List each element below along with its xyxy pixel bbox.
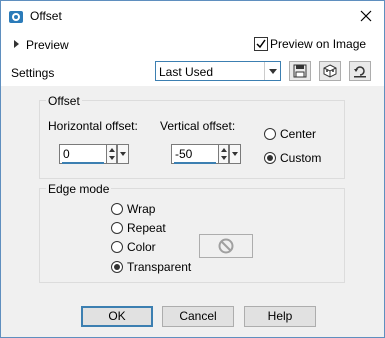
window-title: Offset xyxy=(30,9,62,23)
vertical-offset-label: Vertical offset: xyxy=(160,119,236,133)
input-underline xyxy=(62,162,104,164)
transparent-label[interactable]: Transparent xyxy=(127,260,191,274)
wrap-label[interactable]: Wrap xyxy=(127,202,155,216)
custom-radio[interactable] xyxy=(264,152,276,164)
help-button[interactable]: Help xyxy=(244,306,316,327)
settings-label: Settings xyxy=(11,66,55,80)
preview-on-image-label[interactable]: Preview on Image xyxy=(270,37,366,51)
reset-icon xyxy=(354,66,366,78)
repeat-label[interactable]: Repeat xyxy=(127,221,166,235)
arrow-up-icon[interactable] xyxy=(109,148,115,152)
vertical-offset-stepper[interactable] xyxy=(218,144,229,164)
randomize-icon xyxy=(323,64,337,78)
save-icon xyxy=(293,64,307,78)
close-icon[interactable] xyxy=(351,5,381,28)
repeat-radio[interactable] xyxy=(111,222,123,234)
horizontal-offset-value: 0 xyxy=(63,147,70,161)
transparent-radio[interactable] xyxy=(111,261,123,273)
color-radio[interactable] xyxy=(111,241,123,253)
save-preset-button[interactable] xyxy=(289,61,311,81)
arrow-down-icon[interactable] xyxy=(109,156,115,160)
preview-label: Preview xyxy=(26,38,69,52)
arrow-up-icon[interactable] xyxy=(221,148,227,152)
no-color-icon xyxy=(218,238,234,254)
offset-dialog: Offset Preview Preview on Image Settings… xyxy=(0,0,385,338)
horizontal-offset-stepper[interactable] xyxy=(106,144,117,164)
edge-mode-group-label: Edge mode xyxy=(46,182,112,196)
caret-down-icon[interactable] xyxy=(232,152,238,156)
vertical-offset-input[interactable]: -50 xyxy=(171,144,219,164)
title-bar: Offset xyxy=(1,1,384,32)
arrow-down-icon[interactable] xyxy=(221,156,227,160)
edge-color-swatch[interactable] xyxy=(199,234,253,258)
preview-toggle[interactable]: Preview xyxy=(14,38,69,52)
randomize-button[interactable] xyxy=(319,61,341,81)
cancel-button[interactable]: Cancel xyxy=(162,306,234,327)
horizontal-offset-input[interactable]: 0 xyxy=(59,144,107,164)
expand-arrow-icon xyxy=(14,40,19,48)
settings-dropdown[interactable]: Last Used xyxy=(155,61,281,81)
center-label[interactable]: Center xyxy=(280,127,316,141)
ok-button[interactable]: OK xyxy=(81,306,153,327)
edge-mode-group xyxy=(39,188,345,283)
center-radio[interactable] xyxy=(264,128,276,140)
custom-label[interactable]: Custom xyxy=(280,151,321,165)
settings-value: Last Used xyxy=(159,65,214,79)
input-underline xyxy=(174,162,216,164)
offset-group-label: Offset xyxy=(46,94,82,108)
horizontal-offset-label: Horizontal offset: xyxy=(48,119,138,133)
caret-down-icon[interactable] xyxy=(120,152,126,156)
app-icon xyxy=(8,9,24,25)
preview-on-image-checkbox[interactable] xyxy=(254,37,268,51)
vertical-offset-value: -50 xyxy=(175,147,193,161)
color-label[interactable]: Color xyxy=(127,240,156,254)
wrap-radio[interactable] xyxy=(111,203,123,215)
horizontal-offset-slider-button[interactable] xyxy=(117,144,129,164)
vertical-offset-slider-button[interactable] xyxy=(229,144,241,164)
chevron-down-icon[interactable] xyxy=(264,62,280,80)
reset-button[interactable] xyxy=(349,61,371,81)
